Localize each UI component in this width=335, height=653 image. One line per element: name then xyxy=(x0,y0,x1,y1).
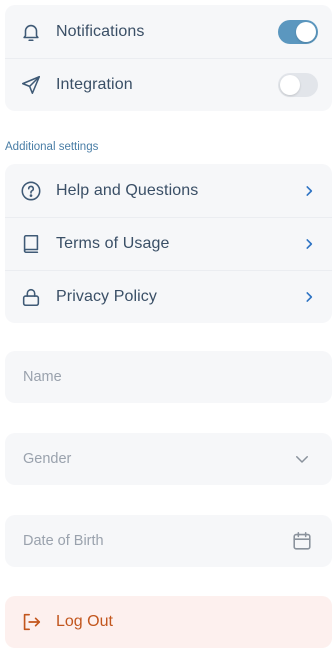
book-icon xyxy=(19,232,43,256)
notifications-label: Notifications xyxy=(56,22,145,40)
toggles-card: Notifications Integration xyxy=(5,5,332,111)
chevron-right-icon xyxy=(300,182,318,200)
toggle-knob xyxy=(280,74,300,95)
toggle-knob xyxy=(296,21,316,42)
integration-toggle[interactable] xyxy=(278,72,318,97)
bell-icon xyxy=(19,20,43,44)
additional-settings-card: Help and Questions Terms of Usage Privac… xyxy=(5,164,332,323)
integration-label: Integration xyxy=(56,75,133,93)
help-questions-label: Help and Questions xyxy=(56,181,199,199)
privacy-policy-row[interactable]: Privacy Policy xyxy=(5,270,332,323)
date-of-birth-field[interactable] xyxy=(5,515,332,567)
terms-usage-row[interactable]: Terms of Usage xyxy=(5,217,332,270)
chevron-down-icon[interactable] xyxy=(290,447,314,471)
section-title: Additional settings xyxy=(5,141,99,153)
help-questions-row[interactable]: Help and Questions xyxy=(5,164,332,217)
date-of-birth-input[interactable] xyxy=(23,533,290,549)
notifications-toggle[interactable] xyxy=(278,19,318,44)
integration-row[interactable]: Integration xyxy=(5,58,332,111)
calendar-icon[interactable] xyxy=(290,529,314,553)
name-field[interactable] xyxy=(5,351,332,403)
help-circle-icon xyxy=(19,179,43,203)
gender-input[interactable] xyxy=(23,451,290,467)
send-icon xyxy=(19,73,43,97)
lock-icon xyxy=(19,285,43,309)
log-out-icon xyxy=(19,610,43,634)
gender-select[interactable] xyxy=(5,433,332,485)
notifications-row[interactable]: Notifications xyxy=(5,5,332,58)
privacy-policy-label: Privacy Policy xyxy=(56,287,157,305)
logout-label: Log Out xyxy=(56,613,113,630)
chevron-right-icon xyxy=(300,288,318,306)
logout-button[interactable]: Log Out xyxy=(5,596,332,648)
terms-usage-label: Terms of Usage xyxy=(56,234,170,252)
chevron-right-icon xyxy=(300,235,318,253)
name-input[interactable] xyxy=(23,369,314,385)
